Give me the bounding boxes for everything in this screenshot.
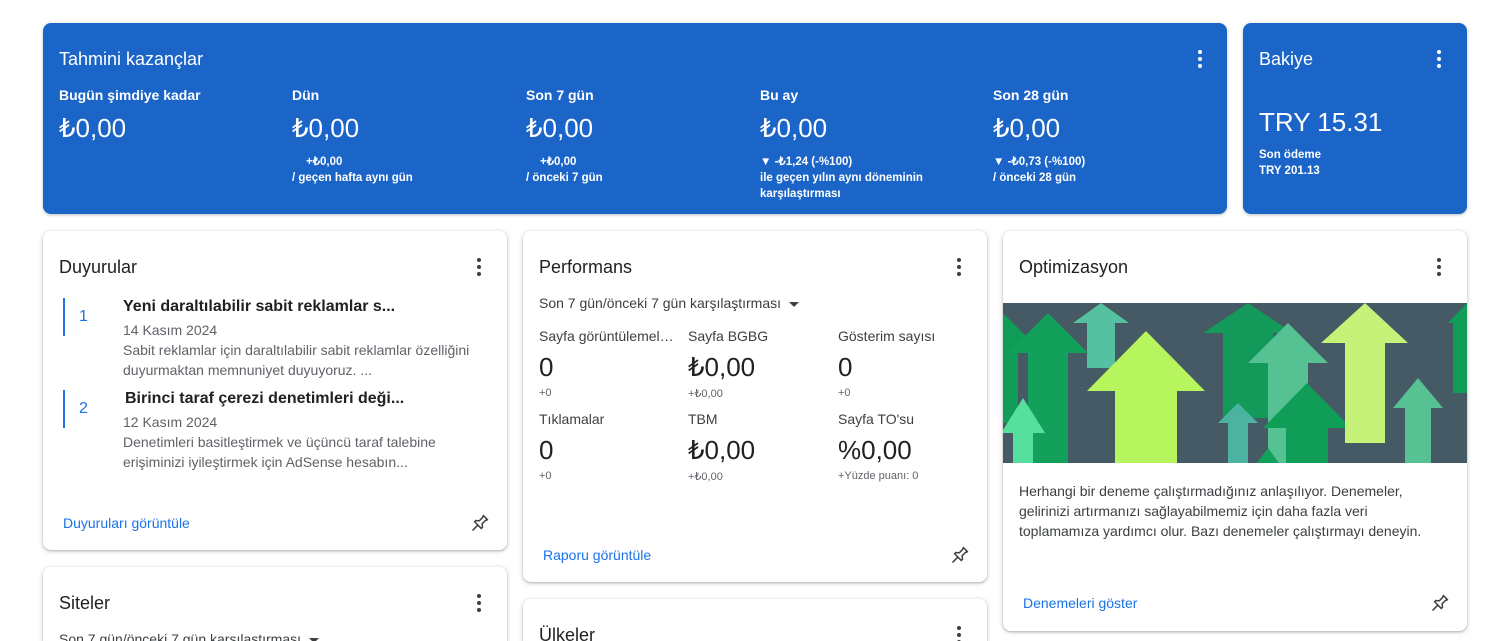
metric-comparison: / önceki 7 gün bbox=[526, 172, 603, 184]
pin-icon[interactable] bbox=[950, 545, 970, 565]
metric-label: Bu ay bbox=[760, 87, 799, 103]
announcement-item[interactable]: 1 Yeni daraltılabilir sabit reklamlar s.… bbox=[63, 298, 493, 378]
announcement-date: 12 Kasım 2024 bbox=[123, 414, 218, 430]
countries-title: Ülkeler bbox=[539, 625, 596, 641]
metric-label: Son 28 gün bbox=[993, 87, 1069, 103]
metric-delta: +₺0,00 / önceki 7 gün bbox=[526, 154, 746, 186]
pin-icon[interactable] bbox=[1430, 593, 1450, 613]
estimated-earnings-card: Tahmini kazançlar Bugün şimdiye kadar ₺0… bbox=[43, 23, 1227, 214]
metric-last-28-days: Son 28 gün ₺0,00 ▼ -₺0,73 (-%100) / önce… bbox=[993, 87, 1213, 186]
perf-metric-value: %0,00 bbox=[838, 435, 912, 465]
sites-range-dropdown[interactable]: Son 7 gün/önceki 7 gün karşılaştırması bbox=[59, 631, 320, 641]
metric-this-month: Bu ay ₺0,00 ▼ -₺1,24 (-%100) ile geçen y… bbox=[760, 87, 980, 202]
perf-metric-delta: +₺0,00 bbox=[688, 471, 723, 483]
metric-change: +₺0,00 bbox=[540, 156, 577, 168]
announcements-card: Duyurular 1 Yeni daraltılabilir sabit re… bbox=[43, 231, 507, 550]
performance-title: Performans bbox=[539, 257, 633, 277]
performance-more-icon[interactable] bbox=[947, 255, 971, 279]
announcement-number: 2 bbox=[63, 390, 88, 428]
last-payment: Son ödeme TRY 201.13 bbox=[1259, 147, 1321, 179]
sites-range-label: Son 7 gün/önceki 7 gün karşılaştırması bbox=[59, 631, 302, 641]
performance-card: Performans Son 7 gün/önceki 7 gün karşıl… bbox=[523, 231, 987, 582]
balance-more-icon[interactable] bbox=[1427, 47, 1451, 71]
balance-card: Bakiye TRY 15.31 Son ödeme TRY 201.13 bbox=[1243, 23, 1467, 214]
sites-card: Siteler Son 7 gün/önceki 7 gün karşılaşt… bbox=[43, 567, 507, 641]
perf-metric-value: 0 bbox=[838, 352, 853, 382]
announcement-body: Sabit reklamlar için daraltılabilir sabi… bbox=[123, 342, 470, 378]
pin-icon[interactable] bbox=[470, 513, 490, 533]
metric-change: ▼ -₺1,24 (-%100) bbox=[760, 156, 853, 168]
optimization-card: Optimizasyon Herhangi bir deneme çalıştı… bbox=[1003, 231, 1467, 631]
balance-value: TRY 15.31 bbox=[1259, 107, 1383, 137]
metric-delta: ▼ -₺0,73 (-%100) / önceki 28 gün bbox=[993, 154, 1213, 186]
announcements-more-icon[interactable] bbox=[467, 255, 491, 279]
chevron-down-icon bbox=[789, 301, 800, 307]
perf-metric-cpc: TBM ₺0,00 +₺0,00 bbox=[688, 411, 823, 483]
metric-change: +₺0,00 bbox=[306, 156, 343, 168]
metric-yesterday: Dün ₺0,00 +₺0,00 / geçen hafta aynı gün bbox=[292, 87, 512, 186]
metric-comparison: ile geçen yılın aynı döneminin karşılaşt… bbox=[760, 172, 923, 200]
metric-value: ₺0,00 bbox=[993, 113, 1061, 143]
perf-metric-delta: +0 bbox=[539, 387, 552, 399]
earnings-more-icon[interactable] bbox=[1188, 47, 1212, 71]
perf-metric-value: ₺0,00 bbox=[688, 352, 756, 382]
metric-comparison: / önceki 28 gün bbox=[993, 172, 1077, 184]
metric-label: Son 7 gün bbox=[526, 87, 594, 103]
countries-more-icon[interactable] bbox=[947, 623, 971, 641]
announcement-date: 14 Kasım 2024 bbox=[123, 322, 218, 338]
announcement-item[interactable]: 2 Birinci taraf çerezi denetimleri deği.… bbox=[63, 390, 493, 470]
metric-delta: +₺0,00 / geçen hafta aynı gün bbox=[292, 154, 512, 186]
perf-metric-label: TBM bbox=[688, 411, 718, 427]
metric-last-7-days: Son 7 gün ₺0,00 +₺0,00 / önceki 7 gün bbox=[526, 87, 746, 186]
optimization-title: Optimizasyon bbox=[1019, 257, 1129, 277]
countries-card: Ülkeler bbox=[523, 599, 987, 641]
announcement-title[interactable]: Yeni daraltılabilir sabit reklamlar s... bbox=[123, 298, 395, 316]
metric-change: ▼ -₺0,73 (-%100) bbox=[993, 156, 1086, 168]
announcements-title: Duyurular bbox=[59, 257, 138, 277]
view-announcements-link[interactable]: Duyuruları görüntüle bbox=[63, 515, 190, 531]
metric-today: Bugün şimdiye kadar ₺0,00 bbox=[59, 87, 279, 144]
metric-value: ₺0,00 bbox=[760, 113, 828, 143]
perf-metric-label: Sayfa görüntülemeleri bbox=[539, 328, 674, 344]
perf-metric-delta: +Yüzde puanı: 0 bbox=[838, 470, 919, 482]
perf-metric-page-rpm: Sayfa BGBG ₺0,00 +₺0,00 bbox=[688, 328, 823, 400]
perf-metric-impressions: Gösterim sayısı 0 +0 bbox=[838, 328, 973, 399]
last-payment-label: Son ödeme bbox=[1259, 149, 1321, 161]
metric-value: ₺0,00 bbox=[526, 113, 594, 143]
perf-metric-label: Sayfa TO'su bbox=[838, 411, 915, 427]
perf-metric-page-ctr: Sayfa TO'su %0,00 +Yüzde puanı: 0 bbox=[838, 411, 973, 482]
performance-range-label: Son 7 gün/önceki 7 gün karşılaştırması bbox=[539, 295, 782, 311]
arrows-illustration bbox=[1003, 303, 1467, 463]
sites-more-icon[interactable] bbox=[467, 591, 491, 615]
balance-title: Bakiye bbox=[1259, 49, 1314, 69]
announcement-title[interactable]: Birinci taraf çerezi denetimleri deği... bbox=[125, 390, 404, 408]
view-report-link[interactable]: Raporu görüntüle bbox=[543, 547, 651, 563]
announcement-body: Denetimleri basitleştirmek ve üçüncü tar… bbox=[123, 434, 436, 470]
sites-title: Siteler bbox=[59, 593, 111, 613]
metric-comparison: / geçen hafta aynı gün bbox=[292, 172, 413, 184]
metric-label: Bugün şimdiye kadar bbox=[59, 87, 201, 103]
perf-metric-value: 0 bbox=[539, 435, 554, 465]
metric-label: Dün bbox=[292, 87, 320, 103]
perf-metric-page-views: Sayfa görüntülemeleri 0 +0 bbox=[539, 328, 674, 399]
perf-metric-value: ₺0,00 bbox=[688, 435, 756, 465]
announcement-number: 1 bbox=[63, 298, 88, 336]
perf-metric-clicks: Tıklamalar 0 +0 bbox=[539, 411, 674, 482]
perf-metric-delta: +0 bbox=[539, 470, 552, 482]
perf-metric-delta: +₺0,00 bbox=[688, 388, 723, 400]
last-payment-value: TRY 201.13 bbox=[1259, 165, 1320, 177]
metric-value: ₺0,00 bbox=[292, 113, 360, 143]
optimization-more-icon[interactable] bbox=[1427, 255, 1451, 279]
metric-value: ₺0,00 bbox=[59, 113, 127, 143]
perf-metric-label: Sayfa BGBG bbox=[688, 328, 769, 344]
perf-metric-value: 0 bbox=[539, 352, 554, 382]
show-experiments-link[interactable]: Denemeleri göster bbox=[1023, 595, 1137, 611]
earnings-title: Tahmini kazançlar bbox=[59, 49, 204, 69]
optimization-description: Herhangi bir deneme çalıştırmadığınız an… bbox=[1019, 483, 1422, 539]
metric-delta: ▼ -₺1,24 (-%100) ile geçen yılın aynı dö… bbox=[760, 154, 980, 202]
perf-metric-label: Tıklamalar bbox=[539, 411, 605, 427]
perf-metric-delta: +0 bbox=[838, 387, 851, 399]
perf-metric-label: Gösterim sayısı bbox=[838, 328, 936, 344]
performance-range-dropdown[interactable]: Son 7 gün/önceki 7 gün karşılaştırması bbox=[539, 295, 800, 311]
